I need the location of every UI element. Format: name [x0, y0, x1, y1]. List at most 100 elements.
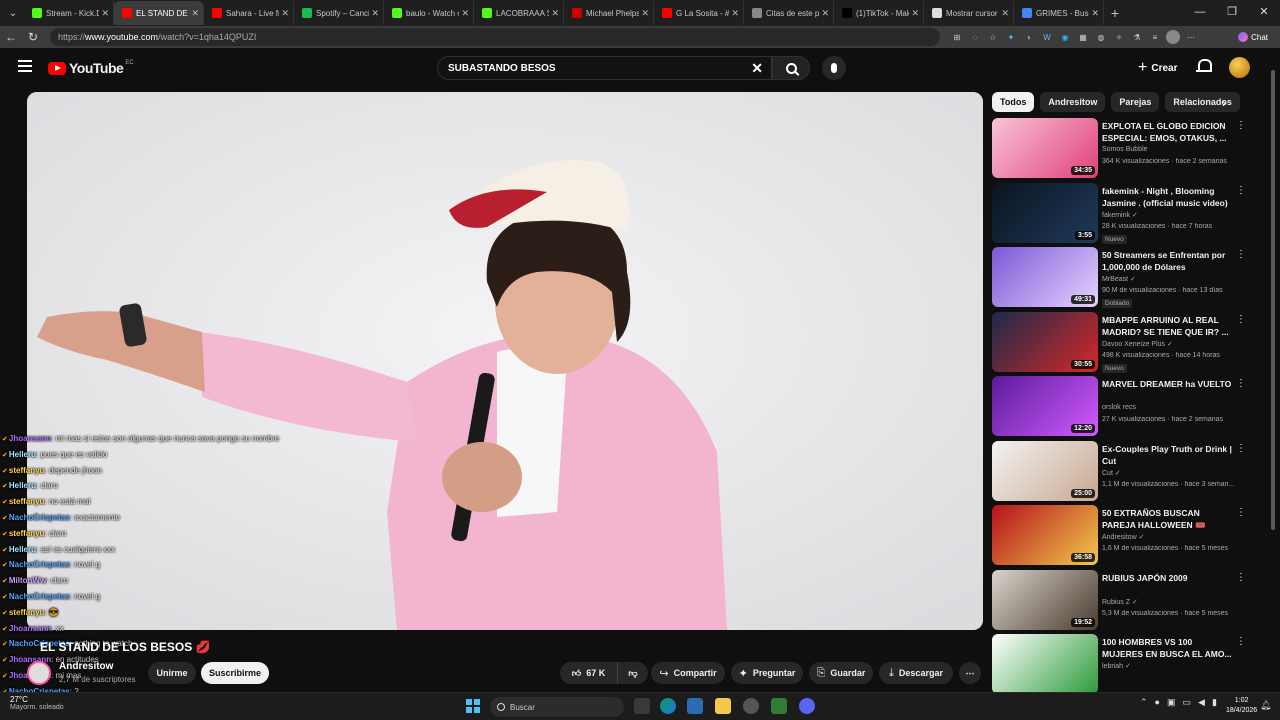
- search-input[interactable]: SUBASTANDO BESOS ✕: [437, 56, 772, 80]
- scrollbar-thumb[interactable]: [1271, 70, 1275, 530]
- browser-tab[interactable]: GRIMES - Buscar✕: [1014, 1, 1104, 25]
- page-scrollbar[interactable]: [1270, 60, 1276, 690]
- network-icon[interactable]: ▭: [1183, 697, 1192, 708]
- share-button[interactable]: ↪ Compartir: [651, 662, 725, 684]
- translate-icon[interactable]: ⊞: [950, 30, 964, 44]
- video-thumbnail[interactable]: 30:55: [992, 311, 1098, 372]
- related-video-channel[interactable]: Somos Bubble: [1102, 146, 1148, 153]
- related-video-title[interactable]: 100 HOMBRES VS 100 MUJERES EN BUSCA EL A…: [1102, 636, 1232, 660]
- like-button[interactable]: 👍︎ 67 K: [560, 662, 618, 684]
- extension-grid-icon[interactable]: ▦: [1076, 30, 1090, 44]
- more-vertical-icon[interactable]: ⋮: [1236, 636, 1246, 647]
- related-video[interactable]: 49:31 50 Streamers se Enfrentan por 1,000…: [992, 247, 1262, 308]
- related-video-title[interactable]: MARVEL DREAMER ha VUELTO: [1102, 378, 1232, 390]
- related-video[interactable]: 34:35 EXPLOTA EL GLOBO EDICION ESPECIAL: …: [992, 118, 1262, 178]
- extension-cat-icon[interactable]: ◍: [1094, 30, 1108, 44]
- close-tab-icon[interactable]: ✕: [641, 8, 649, 19]
- related-video-title[interactable]: fakemink - Night , Blooming Jasmine . (o…: [1102, 185, 1232, 209]
- filter-chip[interactable]: Parejas: [1111, 92, 1160, 112]
- browser-tab[interactable]: Mostrar cursor en✕: [924, 1, 1014, 25]
- more-vertical-icon[interactable]: ⋮: [1236, 443, 1246, 454]
- tab-search-chevron-icon[interactable]: ⌄: [2, 2, 24, 24]
- eye-off-icon[interactable]: ◌: [968, 30, 982, 44]
- more-vertical-icon[interactable]: ⋮: [1236, 314, 1246, 325]
- subscribe-button[interactable]: Suscribirme: [201, 662, 269, 684]
- related-video-channel[interactable]: Davoo Xeneize Plus ✓: [1102, 340, 1173, 348]
- maximize-icon[interactable]: ❐: [1216, 0, 1248, 26]
- browser-tab[interactable]: Spotify – Cancion✕: [294, 1, 384, 25]
- store-icon[interactable]: [687, 698, 703, 714]
- extension-audio-icon[interactable]: ◗: [1022, 30, 1036, 44]
- microphone-tray-icon[interactable]: ●: [1155, 697, 1160, 708]
- more-vertical-icon[interactable]: ⋮: [1236, 185, 1246, 196]
- related-video-channel[interactable]: MrBeast ✓: [1102, 275, 1136, 283]
- browser-tab[interactable]: G La Sosita - #Ce✕: [654, 1, 744, 25]
- chevron-right-icon[interactable]: ›: [1222, 96, 1226, 110]
- close-tab-icon[interactable]: ✕: [731, 8, 739, 19]
- more-vertical-icon[interactable]: ⋮: [1236, 572, 1246, 583]
- related-video-channel[interactable]: Andresitow ✓: [1102, 533, 1144, 541]
- related-video-title[interactable]: RUBIUS JAPÓN 2009: [1102, 572, 1232, 584]
- account-avatar[interactable]: [1229, 57, 1250, 78]
- related-video[interactable]: 19:52 RUBIUS JAPÓN 2009 Rubius Z ✓ 5,3 M de…: [992, 569, 1262, 630]
- related-video-channel[interactable]: lebriah ✓: [1102, 662, 1131, 670]
- chevron-up-icon[interactable]: ⌃: [1140, 697, 1148, 708]
- close-tab-icon[interactable]: ✕: [101, 8, 109, 19]
- address-bar[interactable]: https://www.youtube.com/watch?v=1qha14QP…: [50, 28, 940, 46]
- channel-avatar[interactable]: [27, 661, 51, 685]
- file-explorer-icon[interactable]: [715, 698, 731, 714]
- related-video-title[interactable]: 50 Streamers se Enfrentan por 1,000,000 …: [1102, 249, 1232, 273]
- close-tab-icon[interactable]: ✕: [461, 8, 469, 19]
- close-tab-icon[interactable]: ✕: [821, 8, 829, 19]
- download-button[interactable]: ⤓ Descargar: [879, 662, 953, 684]
- close-tab-icon[interactable]: ✕: [371, 8, 379, 19]
- browser-tab[interactable]: (1)TikTok - Make ✕: [834, 1, 924, 25]
- video-thumbnail[interactable]: 34:35: [992, 118, 1098, 178]
- more-actions-button[interactable]: ⋯: [959, 662, 981, 684]
- close-window-icon[interactable]: ✕: [1248, 0, 1280, 26]
- browser-tab[interactable]: Stream - Kick.Dash✕: [24, 1, 114, 25]
- ask-button[interactable]: ✦ Preguntar: [731, 662, 803, 684]
- video-thumbnail[interactable]: 19:52: [992, 569, 1098, 630]
- clock[interactable]: 1:02 18/4/2026: [1226, 696, 1257, 716]
- back-arrow-icon[interactable]: ←: [0, 30, 22, 44]
- video-thumbnail[interactable]: 49:31: [992, 247, 1098, 307]
- volume-icon[interactable]: ◀: [1198, 697, 1205, 708]
- filter-chip[interactable]: Andresitow: [1040, 92, 1106, 112]
- browser-tab[interactable]: Sahara - Live from✕: [204, 1, 294, 25]
- more-vertical-icon[interactable]: ⋮: [1236, 507, 1246, 518]
- related-video[interactable]: 12:20 MARVEL DREAMER ha VUELTO orslok recs…: [992, 376, 1262, 436]
- related-video[interactable]: 3:55 fakemink - Night , Blooming Jasmine …: [992, 182, 1262, 244]
- browser-tab[interactable]: Citas de este pod✕: [744, 1, 834, 25]
- reload-icon[interactable]: ↻: [22, 30, 44, 44]
- notifications-bell-icon[interactable]: [1196, 59, 1212, 75]
- copilot-chat-button[interactable]: Chat: [1232, 29, 1274, 45]
- clear-search-icon[interactable]: ✕: [751, 60, 763, 77]
- close-tab-icon[interactable]: ✕: [911, 8, 919, 19]
- more-vertical-icon[interactable]: ⋮: [1236, 120, 1246, 131]
- close-tab-icon[interactable]: ✕: [1001, 8, 1009, 19]
- more-vertical-icon[interactable]: ⋮: [1236, 249, 1246, 260]
- related-video[interactable]: 100 HOMBRES VS 100 MUJERES EN BUSCA EL A…: [992, 634, 1262, 694]
- search-button[interactable]: [772, 56, 810, 80]
- new-tab-button[interactable]: +: [1104, 5, 1126, 21]
- extension-shield-icon[interactable]: ◉: [1058, 30, 1072, 44]
- browser-tab[interactable]: Michael Phelps ✕: [564, 1, 654, 25]
- video-thumbnail[interactable]: [992, 634, 1098, 694]
- video-thumbnail[interactable]: 25:00: [992, 440, 1098, 501]
- windows-start-icon[interactable]: [466, 699, 480, 713]
- close-tab-icon[interactable]: ✕: [551, 8, 559, 19]
- more-vertical-icon[interactable]: ⋮: [1236, 378, 1246, 389]
- related-video[interactable]: 30:55 MBAPPE ARRUINO AL REAL MADRID? SE T…: [992, 311, 1262, 373]
- taskbar-search-input[interactable]: Buscar: [490, 697, 624, 717]
- extension-puzzle-icon[interactable]: ✧: [1112, 30, 1126, 44]
- browser-tab[interactable]: EL STAND DE LOS BE✕: [114, 1, 204, 25]
- related-video-channel[interactable]: Cut ✓: [1102, 469, 1121, 477]
- minimize-icon[interactable]: —: [1184, 0, 1216, 26]
- settings-gear-icon[interactable]: [743, 698, 759, 714]
- profile-avatar-icon[interactable]: [1166, 30, 1180, 44]
- browser-tab[interactable]: baulo - Watch cli ✕: [384, 1, 474, 25]
- related-video-title[interactable]: EXPLOTA EL GLOBO EDICION ESPECIAL: EMOS,…: [1102, 120, 1232, 144]
- close-tab-icon[interactable]: ✕: [191, 8, 199, 19]
- browser-tab[interactable]: LACOBRAAA Strea✕: [474, 1, 564, 25]
